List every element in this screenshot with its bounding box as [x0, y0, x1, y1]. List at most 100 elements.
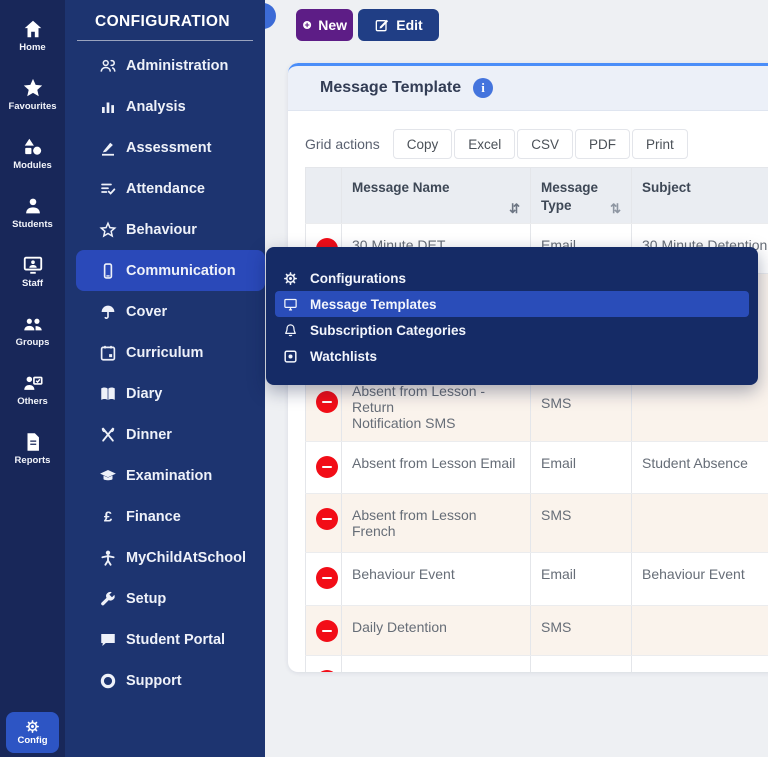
sidebar-menu: Administration AnalysisAssessmentAttendan…: [65, 45, 265, 701]
info-icon[interactable]: i: [473, 78, 493, 98]
sidebar-item-label: Diary: [126, 386, 162, 402]
star-outline-icon: [99, 221, 117, 239]
grid-action-buttons: CopyExcelCSVPDFPrint: [393, 129, 690, 159]
sidebar-item-analysis[interactable]: Analysis: [65, 86, 265, 127]
rail-item-modules[interactable]: Modules: [0, 124, 65, 183]
plus-circle-icon: [302, 17, 312, 33]
sidebar-item-examination[interactable]: Examination: [65, 455, 265, 496]
grad-cap-icon: [99, 467, 117, 485]
remove-row-icon[interactable]: [316, 670, 338, 672]
rail-item-favourites[interactable]: Favourites: [0, 65, 65, 124]
gear-icon: [283, 271, 298, 286]
remove-row-icon[interactable]: [316, 620, 338, 642]
flyout-item-watchlists[interactable]: Watchlists: [275, 343, 749, 369]
flyout-item-subscription-categories[interactable]: Subscription Categories: [275, 317, 749, 343]
cell-message-name: Behaviour Event: [342, 553, 531, 606]
app-root: { "rail": { "items": [ {"label":"Home","…: [0, 0, 768, 757]
rail-item-reports[interactable]: Reports: [0, 419, 65, 478]
home-icon: [22, 18, 44, 40]
rail-item-label: Groups: [16, 337, 50, 348]
rail-item-label: Staff: [22, 278, 43, 289]
sidebar-item-administration[interactable]: Administration: [65, 45, 265, 86]
flyout-item-label: Configurations: [310, 271, 406, 286]
sidebar-item-finance[interactable]: £Finance: [65, 496, 265, 537]
sidebar-item-label: Student Portal: [126, 632, 225, 648]
sidebar-item-label: Finance: [126, 509, 181, 525]
new-button[interactable]: New: [296, 9, 353, 41]
sidebar-item-student-portal[interactable]: Student Portal: [65, 619, 265, 660]
table-row: Absent from Lesson FrenchSMS: [306, 494, 768, 553]
sidebar-item-support[interactable]: Support: [65, 660, 265, 701]
rail-item-groups[interactable]: Groups: [0, 301, 65, 360]
table-row: Daily DetentionSMS: [306, 606, 768, 656]
sidebar-item-curriculum[interactable]: Curriculum: [65, 332, 265, 373]
rail-item-students[interactable]: Students: [0, 183, 65, 242]
cell-subject: Student Absence: [632, 442, 768, 494]
rail-item-staff[interactable]: Staff: [0, 242, 65, 301]
sidebar-item-cover[interactable]: Cover: [65, 291, 265, 332]
rail-item-label: Students: [12, 219, 53, 230]
sidebar-item-dinner[interactable]: Dinner: [65, 414, 265, 455]
cell-subject: [632, 494, 768, 553]
chart-icon: [99, 98, 117, 116]
card-header: Message Template i: [288, 63, 768, 111]
shapes-icon: [22, 136, 44, 158]
chat-icon: [99, 631, 117, 649]
grid-action-csv-button[interactable]: CSV: [517, 129, 573, 159]
cell-message-type: SMS: [531, 606, 632, 656]
sidebar-item-mychildatschool[interactable]: MyChildAtSchool: [65, 537, 265, 578]
phone-icon: [99, 262, 117, 280]
config-button[interactable]: Config: [6, 712, 59, 753]
document-icon: [22, 431, 44, 453]
monitor-icon: [283, 297, 298, 312]
sidebar-item-diary[interactable]: Diary: [65, 373, 265, 414]
sidebar-item-behaviour[interactable]: Behaviour: [65, 209, 265, 250]
circle-icon: [99, 672, 117, 690]
grid-action-excel-button[interactable]: Excel: [454, 129, 515, 159]
sidebar-item-communication[interactable]: Communication: [76, 250, 265, 291]
grid-action-copy-button[interactable]: Copy: [393, 129, 453, 159]
rail-item-label: Others: [17, 396, 48, 407]
sidebar-item-label: Support: [126, 673, 182, 689]
bell-icon: [283, 323, 298, 338]
cell-message-name: Daily Detention: [342, 606, 531, 656]
sidebar-title: CONFIGURATION: [65, 0, 265, 31]
table-row: DetentionSMS: [306, 655, 768, 672]
sidebar-item-attendance[interactable]: Attendance: [65, 168, 265, 209]
grid-action-print-button[interactable]: Print: [632, 129, 688, 159]
edit-button[interactable]: Edit: [358, 9, 439, 41]
card-title: Message Template: [320, 79, 461, 97]
utensils-icon: [99, 426, 117, 444]
grid-actions-label: Grid actions: [305, 136, 380, 152]
column-header-message-name[interactable]: Message Name⇵: [342, 168, 531, 224]
grid-action-pdf-button[interactable]: PDF: [575, 129, 630, 159]
sidebar-item-setup[interactable]: Setup: [65, 578, 265, 619]
group-icon: [22, 313, 44, 335]
cell-subject: Behaviour Event: [632, 553, 768, 606]
config-button-label: Config: [17, 735, 47, 746]
flyout-item-configurations[interactable]: Configurations: [275, 265, 749, 291]
sidebar-item-label: Cover: [126, 304, 167, 320]
flyout-item-label: Subscription Categories: [310, 323, 466, 338]
sidebar-item-label: Examination: [126, 468, 212, 484]
star-icon: [22, 77, 44, 99]
rail-item-others[interactable]: Others: [0, 360, 65, 419]
rail-item-home[interactable]: Home: [0, 6, 65, 65]
remove-row-icon[interactable]: [316, 391, 338, 413]
remove-row-icon[interactable]: [316, 508, 338, 530]
column-header-message-type[interactable]: Message Type⇅: [531, 168, 632, 224]
cell-message-name: Absent from Lesson Email: [342, 442, 531, 494]
cell-message-type: SMS: [531, 494, 632, 553]
sort-icon[interactable]: ⇅: [610, 202, 621, 215]
person-icon: [22, 195, 44, 217]
sidebar-divider: [77, 40, 253, 41]
cell-subject: [632, 655, 768, 672]
column-header-actions: [306, 168, 342, 224]
flyout-item-message-templates[interactable]: Message Templates: [275, 291, 749, 317]
rail-item-label: Favourites: [8, 101, 56, 112]
remove-row-icon[interactable]: [316, 567, 338, 589]
sort-icon[interactable]: ⇵: [509, 202, 520, 215]
sidebar-item-assessment[interactable]: Assessment: [65, 127, 265, 168]
remove-row-icon[interactable]: [316, 456, 338, 478]
sidebar-item-label: Administration: [126, 58, 228, 74]
